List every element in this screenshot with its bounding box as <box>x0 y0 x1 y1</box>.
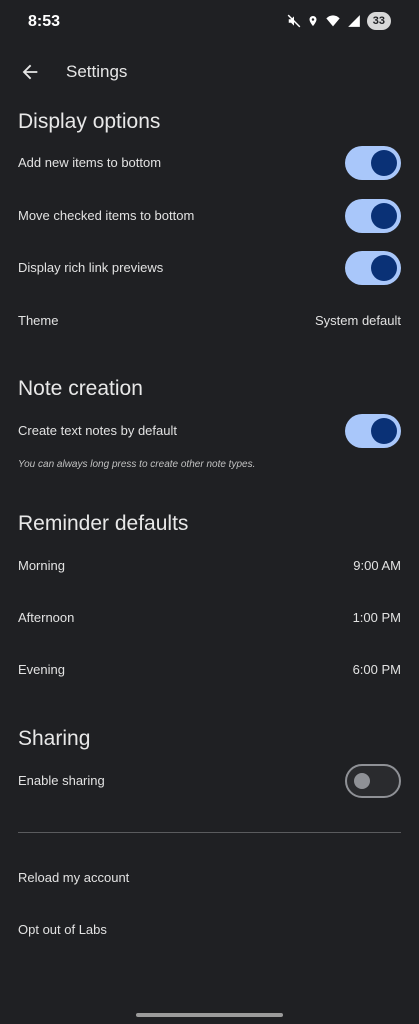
opt-out-labs-label: Opt out of Labs <box>18 922 107 937</box>
status-bar: 8:53 33 <box>0 0 419 44</box>
setting-move-checked-items-bottom[interactable]: Move checked items to bottom <box>0 196 419 236</box>
setting-label: Display rich link previews <box>18 260 164 275</box>
setting-text-notes-default[interactable]: Create text notes by default <box>0 411 419 451</box>
toggle-thumb <box>371 150 397 176</box>
toggle-thumb <box>371 418 397 444</box>
setting-label: Create text notes by default <box>18 423 177 438</box>
setting-label: Enable sharing <box>18 773 105 788</box>
status-icons: 33 <box>287 12 391 30</box>
evening-time-value: 6:00 PM <box>352 662 401 677</box>
signal-icon <box>347 15 360 27</box>
toggle-thumb <box>354 773 370 789</box>
section-header-reminder-defaults: Reminder defaults <box>18 512 189 535</box>
move-checked-items-bottom-toggle[interactable] <box>345 199 401 233</box>
setting-label: Move checked items to bottom <box>18 208 195 223</box>
afternoon-time-value: 1:00 PM <box>352 610 401 625</box>
setting-add-new-items-bottom[interactable]: Add new items to bottom <box>0 143 419 183</box>
setting-afternoon[interactable]: Afternoon 1:00 PM <box>0 598 419 638</box>
section-header-sharing: Sharing <box>18 727 91 750</box>
section-header-display-options: Display options <box>18 110 161 133</box>
setting-evening[interactable]: Evening 6:00 PM <box>0 650 419 690</box>
helper-text: You can always long press to create othe… <box>18 459 256 470</box>
text-notes-default-toggle[interactable] <box>345 414 401 448</box>
toggle-thumb <box>371 203 397 229</box>
setting-label: Add new items to bottom <box>18 155 162 170</box>
arrow-back-icon <box>22 64 38 80</box>
app-bar: Settings <box>0 52 419 92</box>
enable-sharing-toggle[interactable] <box>345 764 401 798</box>
toggle-thumb <box>371 255 397 281</box>
reload-account-label: Reload my account <box>18 870 130 885</box>
setting-rich-link-previews[interactable]: Display rich link previews <box>0 248 419 288</box>
page-title: Settings <box>66 62 128 81</box>
setting-theme[interactable]: Theme System default <box>0 301 419 341</box>
setting-label: Afternoon <box>18 610 75 625</box>
theme-value: System default <box>315 313 401 328</box>
add-new-items-bottom-toggle[interactable] <box>345 146 401 180</box>
setting-label: Theme <box>18 313 59 328</box>
wifi-icon <box>326 15 340 27</box>
reload-account-item[interactable]: Reload my account <box>0 858 419 898</box>
mute-icon <box>287 14 301 28</box>
rich-link-previews-toggle[interactable] <box>345 251 401 285</box>
morning-time-value: 9:00 AM <box>353 558 401 573</box>
opt-out-labs-item[interactable]: Opt out of Labs <box>0 910 419 950</box>
divider <box>18 832 401 833</box>
setting-enable-sharing[interactable]: Enable sharing <box>0 761 419 801</box>
location-icon <box>309 16 317 26</box>
battery-icon: 33 <box>366 12 391 30</box>
status-time: 8:53 <box>28 13 61 30</box>
setting-morning[interactable]: Morning 9:00 AM <box>0 546 419 586</box>
home-indicator[interactable] <box>136 1013 283 1017</box>
setting-label: Morning <box>18 558 65 573</box>
back-button[interactable] <box>14 56 46 88</box>
section-header-note-creation: Note creation <box>18 377 143 400</box>
setting-label: Evening <box>18 662 65 677</box>
